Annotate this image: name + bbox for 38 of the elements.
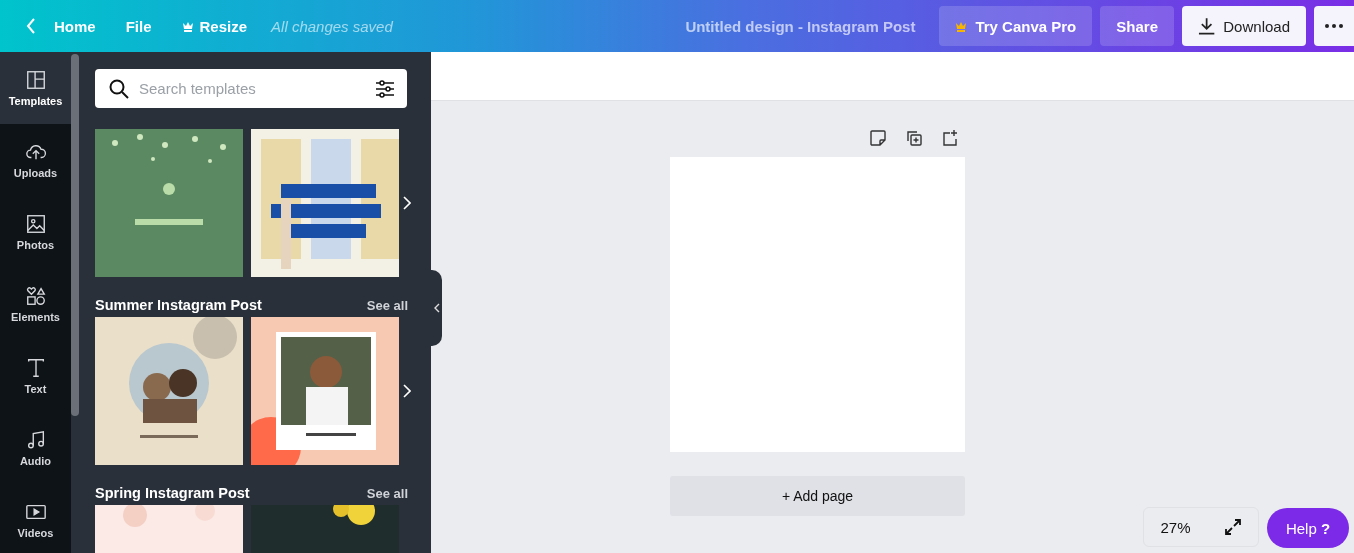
more-icon: [1325, 24, 1343, 28]
collapse-handle[interactable]: [431, 270, 442, 346]
scrollbar[interactable]: [71, 54, 79, 416]
photos-icon: [24, 213, 47, 235]
see-all-link[interactable]: See all: [366, 298, 408, 313]
search-icon: [109, 79, 129, 99]
share-button[interactable]: Share: [1100, 6, 1174, 46]
save-status: All changes saved: [271, 17, 393, 35]
zoom-level[interactable]: 27%: [1160, 518, 1191, 536]
section-title: Spring Instagram Post: [95, 485, 250, 501]
templates-icon: [24, 69, 47, 91]
fullscreen-icon[interactable]: [1223, 518, 1242, 536]
sidebar-tab[interactable]: Elements: [0, 268, 71, 340]
crown-icon: [181, 20, 194, 32]
add-page-button[interactable]: + Add page: [670, 476, 965, 516]
more-button[interactable]: [1314, 6, 1354, 46]
search-field[interactable]: Search templates: [95, 69, 407, 108]
sidebar-tab[interactable]: Videos: [0, 484, 71, 553]
crown-icon: [955, 20, 968, 32]
duplicate-icon[interactable]: [905, 129, 923, 147]
add-page-icon[interactable]: [941, 129, 959, 147]
download-icon: [1198, 17, 1216, 35]
download-button[interactable]: Download: [1182, 6, 1306, 46]
sidebar-tab[interactable]: Templates: [0, 52, 71, 124]
back-icon: [26, 17, 36, 35]
section-title: Summer Instagram Post: [95, 297, 262, 313]
try-pro-button[interactable]: Try Canva Pro: [939, 6, 1093, 46]
note-icon[interactable]: [869, 129, 887, 147]
help-button[interactable]: Help ?: [1267, 508, 1349, 548]
sidebar-tab[interactable]: Audio: [0, 412, 71, 484]
sidebar-tab[interactable]: Photos: [0, 196, 71, 268]
see-all-link[interactable]: See all: [366, 486, 408, 501]
elements-icon: [24, 285, 47, 307]
zoom-control[interactable]: 27%: [1143, 507, 1259, 547]
filter-icon[interactable]: [375, 80, 395, 98]
chevron-left-icon: [433, 303, 440, 313]
sidebar-tab[interactable]: Text: [0, 340, 71, 412]
sidebar-tab[interactable]: Uploads: [0, 124, 71, 196]
